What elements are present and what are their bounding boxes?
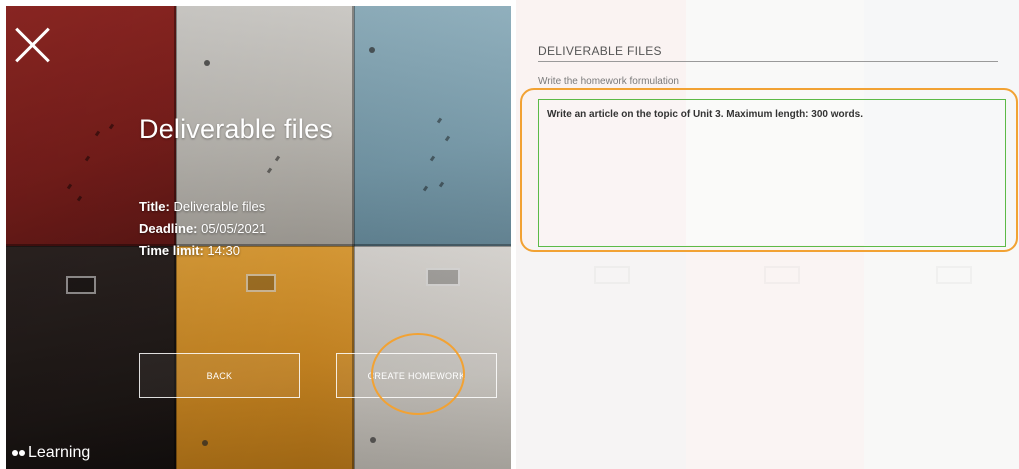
back-button[interactable]: BACK <box>139 353 300 398</box>
title-label: Title: <box>139 199 170 214</box>
time-limit-value: 14:30 <box>207 243 240 258</box>
brand-logo: Learning <box>12 444 90 462</box>
app-window: Deliverable files Title: Deliverable fil… <box>0 0 1019 469</box>
formulation-label: Write the homework formulation <box>538 76 679 87</box>
brand-dots-icon <box>12 450 26 456</box>
formulation-textarea[interactable]: Write an article on the topic of Unit 3.… <box>538 99 1006 247</box>
brand-text: Learning <box>28 444 91 461</box>
deadline-row: Deadline: 05/05/2021 <box>139 218 266 240</box>
homework-form-panel: DELIVERABLE FILES Write the homework for… <box>516 0 1019 469</box>
deadline-value: 05/05/2021 <box>201 221 267 236</box>
close-icon[interactable] <box>14 26 52 64</box>
create-homework-button[interactable]: CREATE HOMEWORK <box>336 353 497 398</box>
homework-summary-panel: Deliverable files Title: Deliverable fil… <box>6 6 511 469</box>
time-limit-label: Time limit: <box>139 243 204 258</box>
section-title: DELIVERABLE FILES <box>538 44 998 62</box>
deadline-label: Deadline: <box>139 221 198 236</box>
homework-title: Deliverable files <box>139 114 333 144</box>
title-value: Deliverable files <box>173 199 266 214</box>
homework-details: Title: Deliverable files Deadline: 05/05… <box>139 196 266 262</box>
time-limit-row: Time limit: 14:30 <box>139 240 266 262</box>
title-row: Title: Deliverable files <box>139 196 266 218</box>
